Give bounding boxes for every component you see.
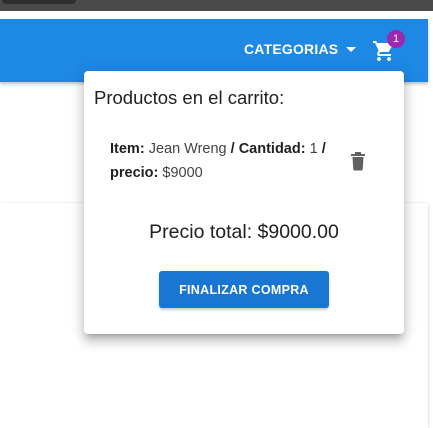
remove-item-button[interactable]	[348, 148, 368, 172]
caret-down-icon	[346, 46, 357, 52]
checkout-button[interactable]: FINALIZAR COMPRA	[159, 271, 329, 308]
item-separator: /	[230, 141, 235, 157]
quantity-label: Cantidad:	[238, 141, 306, 157]
categories-label: CATEGORIAS	[244, 41, 339, 57]
cart-popover-title: Productos en el carrito:	[94, 87, 285, 108]
item-name: Jean Wreng	[148, 141, 227, 157]
page: CATEGORIAS 1 Productos en el carrito: It…	[0, 0, 433, 428]
cart-total: Precio total: $9000.00	[149, 221, 339, 243]
cart-item: Item: Jean Wreng / Cantidad: 1 / precio:…	[110, 137, 342, 185]
item-label: Item:	[110, 141, 145, 157]
trash-icon	[351, 152, 365, 171]
cart-popover: Productos en el carrito: Item: Jean Wren…	[84, 71, 404, 334]
categories-dropdown[interactable]: CATEGORIAS	[244, 41, 357, 57]
item-price: $9000	[162, 165, 203, 181]
cart-count-badge: 1	[387, 30, 405, 48]
item-quantity: 1	[309, 141, 318, 157]
price-label: precio:	[110, 165, 159, 181]
item-separator: /	[321, 141, 326, 157]
browser-top-bar	[0, 0, 433, 11]
top-bar-tab	[2, 0, 76, 4]
